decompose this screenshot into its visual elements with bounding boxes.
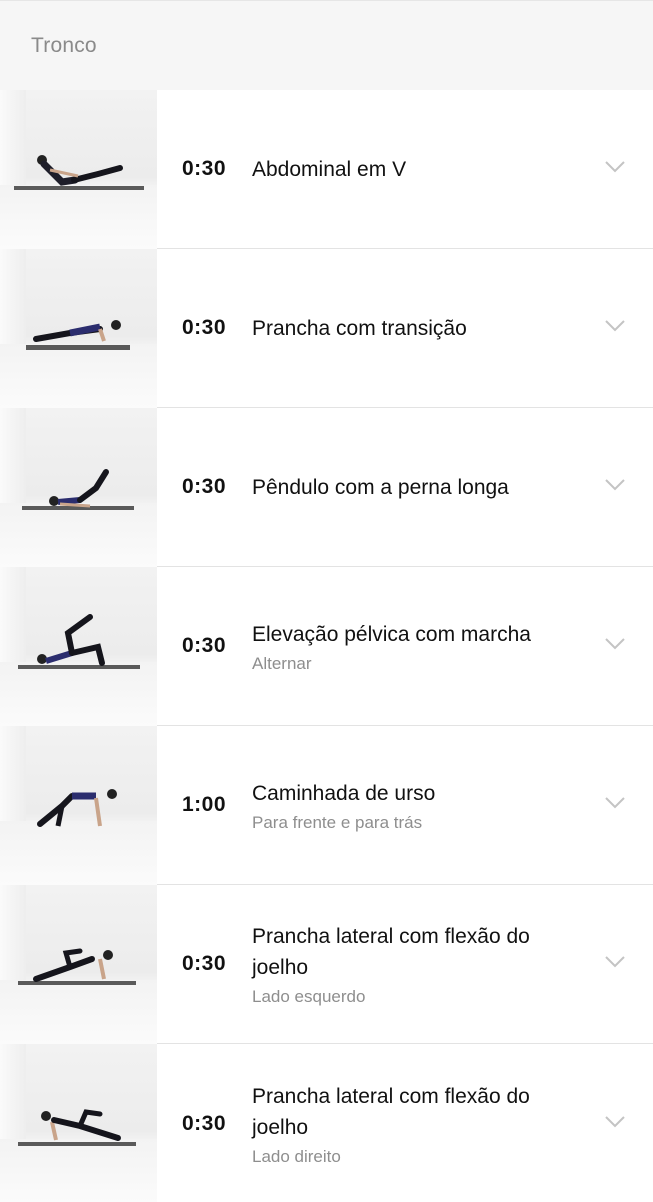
exercise-row[interactable]: 0:30 Elevação pélvica com marcha Alterna…: [0, 567, 653, 726]
exercise-name: Elevação pélvica com marcha: [252, 622, 531, 646]
exercise-duration: 1:00: [182, 793, 227, 816]
exercise-thumbnail: [0, 726, 157, 885]
exercise-thumbnail: [0, 90, 157, 249]
exercise-name: Prancha lateral com flexão do joelho: [252, 925, 530, 979]
exercise-row[interactable]: 0:30 Prancha lateral com flexão do joelh…: [0, 885, 653, 1044]
exercise-row[interactable]: 1:00 Caminhada de urso Para frente e par…: [0, 726, 653, 885]
exercise-thumbnail: [0, 1044, 157, 1202]
chevron-down-icon[interactable]: [605, 797, 625, 809]
exercise-row[interactable]: 0:30 Pêndulo com a perna longa: [0, 408, 653, 567]
exercise-subtitle: Lado esquerdo: [252, 987, 366, 1006]
chevron-down-icon[interactable]: [605, 479, 625, 491]
exercise-row[interactable]: 0:30 Prancha lateral com flexão do joelh…: [0, 1044, 653, 1202]
exercise-thumbnail: [0, 249, 157, 408]
exercise-duration: 0:30: [182, 316, 227, 339]
exercise-duration: 0:30: [182, 634, 227, 657]
exercise-duration: 0:30: [182, 475, 227, 498]
exercise-row[interactable]: 0:30 Abdominal em V: [0, 90, 653, 249]
chevron-down-icon[interactable]: [605, 956, 625, 968]
exercise-duration: 0:30: [182, 952, 227, 975]
exercise-name: Caminhada de urso: [252, 781, 436, 805]
section-title: Tronco: [31, 33, 97, 57]
exercise-name: Abdominal em V: [252, 157, 407, 181]
exercise-subtitle: Alternar: [252, 653, 312, 673]
exercise-name: Pêndulo com a perna longa: [252, 475, 509, 499]
chevron-down-icon[interactable]: [605, 320, 625, 332]
exercise-row[interactable]: 0:30 Prancha com transição: [0, 249, 653, 408]
exercise-thumbnail: [0, 408, 157, 567]
exercise-duration: 0:30: [182, 1111, 227, 1135]
exercise-name: Prancha com transição: [252, 316, 467, 340]
exercise-thumbnail: [0, 567, 157, 726]
chevron-down-icon[interactable]: [605, 638, 625, 650]
exercise-thumbnail: [0, 885, 157, 1044]
exercise-duration: 0:30: [182, 157, 227, 180]
exercise-list: 0:30 Abdominal em V 0:30 Prancha com tra…: [0, 90, 653, 1202]
exercise-name: Prancha lateral com flexão do joelho: [252, 1084, 530, 1139]
section-header: Tronco: [0, 0, 653, 90]
exercise-subtitle: Para frente e para trás: [252, 812, 423, 832]
chevron-down-icon[interactable]: [605, 161, 625, 173]
exercise-subtitle: Lado direito: [252, 1146, 341, 1166]
chevron-down-icon[interactable]: [605, 1115, 625, 1128]
